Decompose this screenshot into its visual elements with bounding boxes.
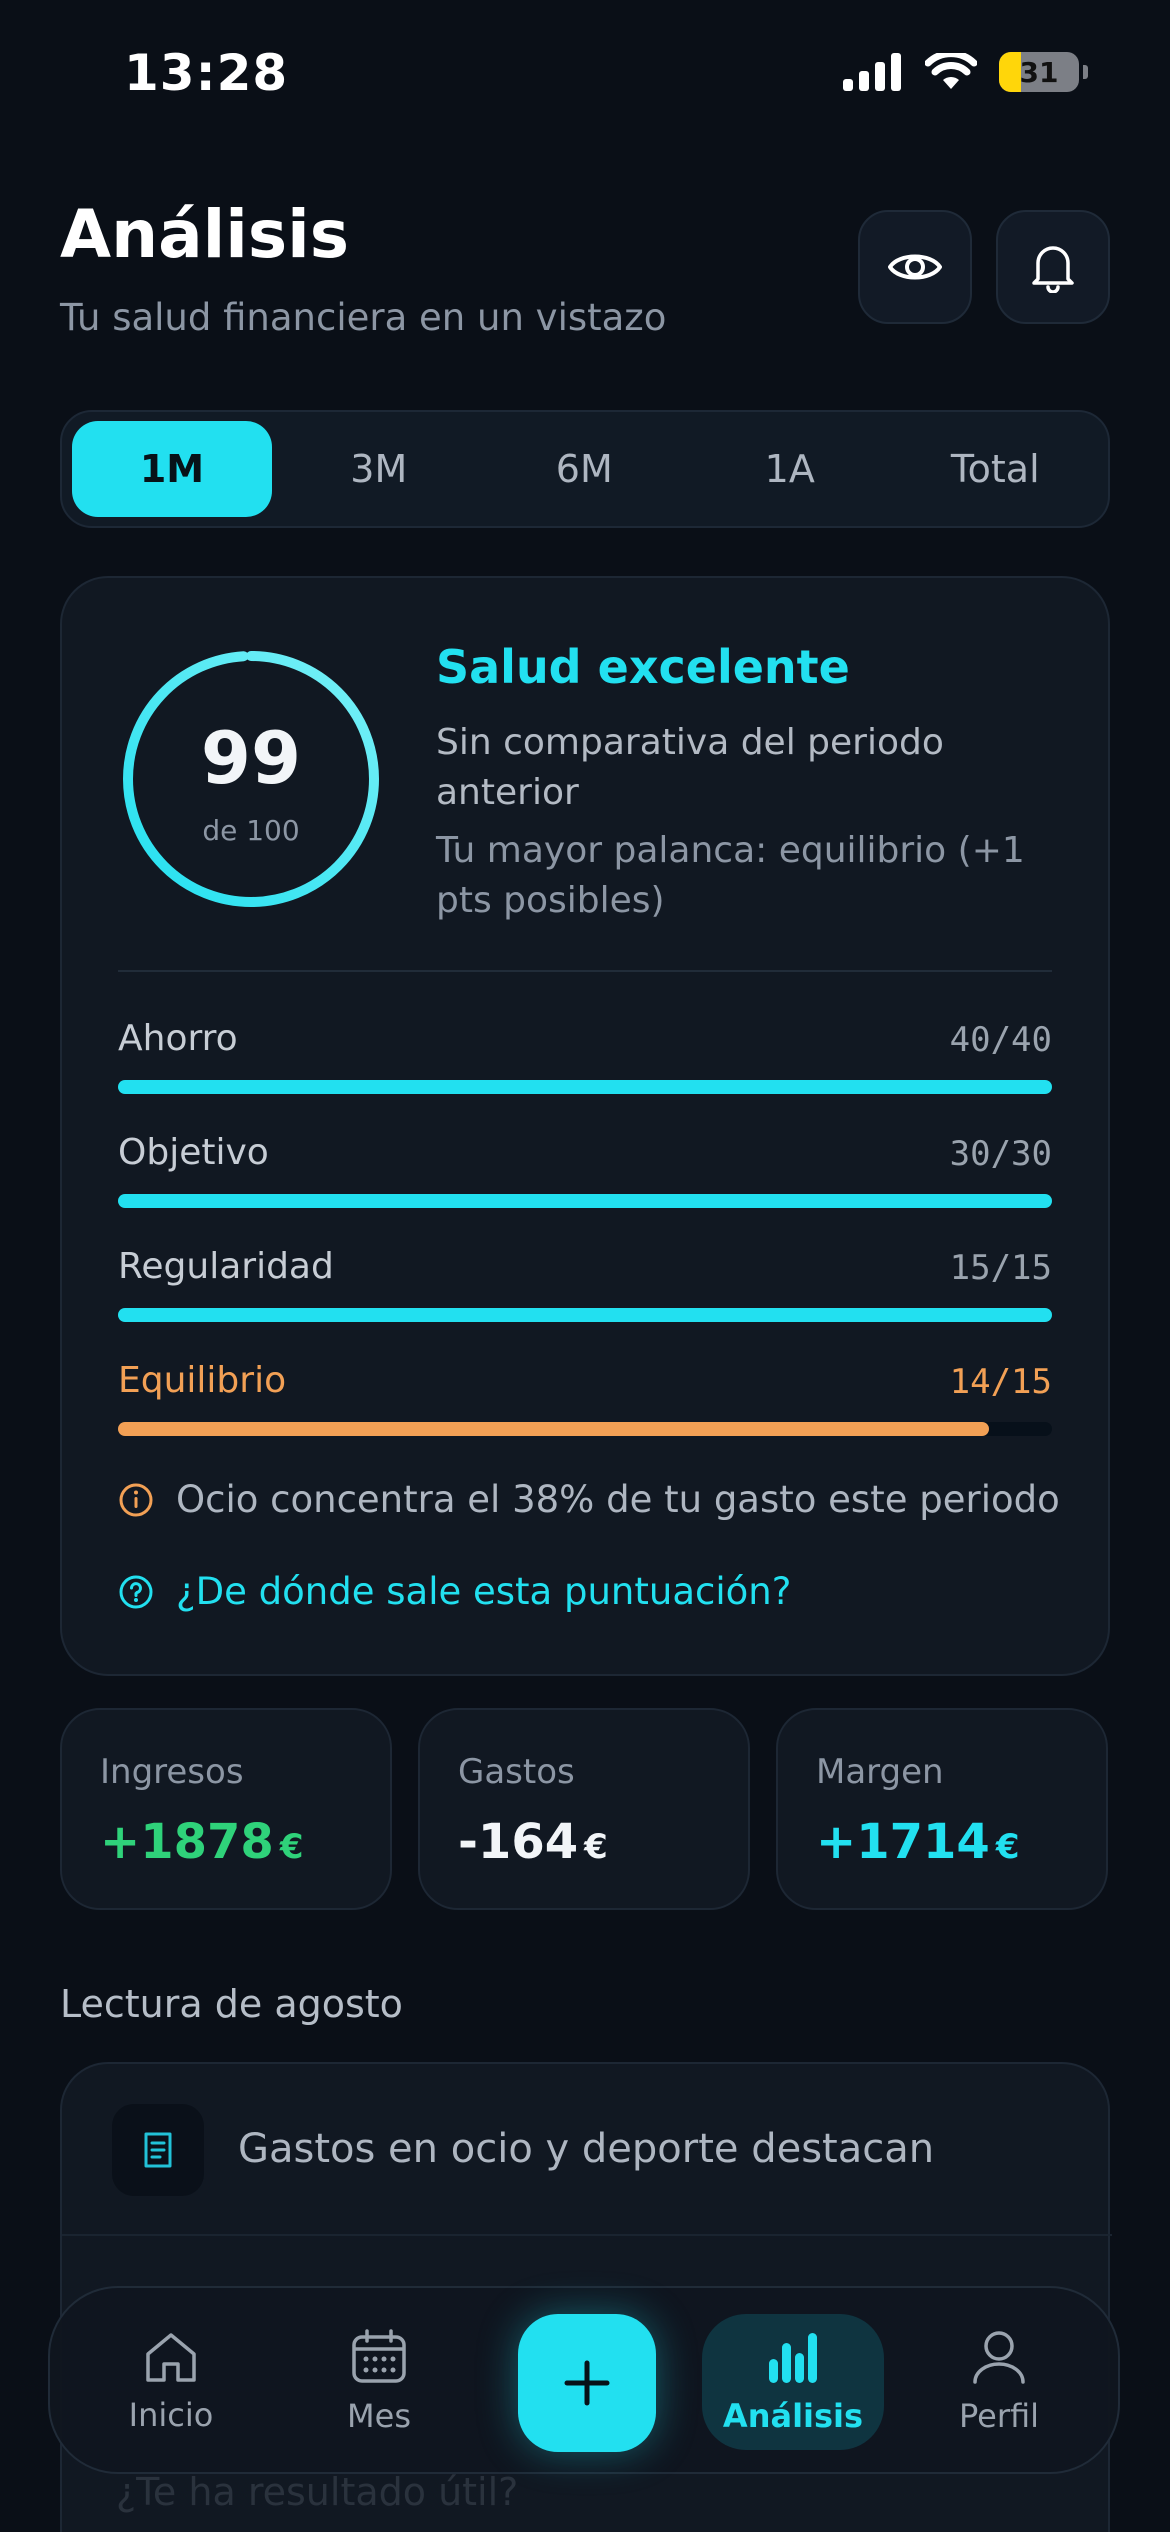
app-screen: { "status_bar": {"time": "13:28", "batte… <box>0 0 1170 2532</box>
receipt-icon <box>112 2104 204 2196</box>
health-status: Salud excelente <box>436 640 850 694</box>
nav-item-perfil[interactable]: Perfil <box>904 2288 1094 2476</box>
notifications-button[interactable] <box>996 210 1110 324</box>
tab-6m[interactable]: 6M <box>482 421 688 517</box>
expenses-label: Gastos <box>458 1752 575 1792</box>
battery-tip <box>1083 65 1088 79</box>
margin-value: +1714 <box>816 1814 990 1870</box>
status-icons: 31 <box>843 52 1088 92</box>
expenses-currency: € <box>584 1827 608 1867</box>
margin-card[interactable]: Margen +1714 € <box>776 1708 1108 1910</box>
nav-item-mes[interactable]: Mes <box>284 2288 474 2476</box>
income-card[interactable]: Ingresos +1878 € <box>60 1708 392 1910</box>
nav-item-inicio[interactable]: Inicio <box>76 2288 266 2476</box>
card-divider <box>118 970 1052 972</box>
nav-item-analisis[interactable]: Análisis <box>698 2288 888 2476</box>
tab-1m[interactable]: 1M <box>72 421 272 517</box>
metric-label-objetivo: Objetivo <box>118 1132 269 1173</box>
nav-label-mes: Mes <box>347 2397 411 2435</box>
warning-text: Ocio concentra el 38% de tu gasto este p… <box>176 1478 1060 1521</box>
home-icon <box>146 2333 196 2382</box>
visibility-toggle-button[interactable] <box>858 210 972 324</box>
battery-level: 31 <box>1019 55 1059 89</box>
metric-label-regularidad: Regularidad <box>118 1246 334 1287</box>
metric-value-objetivo: 30/30 <box>949 1134 1052 1174</box>
health-comparison: Sin comparativa del periodo anterior <box>436 722 944 813</box>
signal-icon <box>843 53 901 91</box>
health-score-card: 99 de 100 Salud excelente Sin comparativ… <box>60 576 1110 1676</box>
score-help-link[interactable]: ¿De dónde sale esta puntuación? <box>118 1570 791 1613</box>
spending-warning: Ocio concentra el 38% de tu gasto este p… <box>118 1478 1060 1521</box>
metric-bar-regularidad <box>118 1308 1052 1322</box>
income-currency: € <box>279 1827 304 1867</box>
health-score-max: de 100 <box>202 814 300 847</box>
metric-bar-equilibrio <box>118 1422 1052 1436</box>
metric-bar-objetivo <box>118 1194 1052 1208</box>
bar-chart-icon <box>769 2333 817 2383</box>
nav-label-inicio: Inicio <box>128 2396 214 2434</box>
tab-total[interactable]: Total <box>893 421 1099 517</box>
metric-label-ahorro: Ahorro <box>118 1018 238 1059</box>
health-score: 99 <box>200 716 302 800</box>
metric-label-equilibrio: Equilibrio <box>118 1360 287 1401</box>
tab-3m[interactable]: 3M <box>276 421 482 517</box>
calendar-icon <box>352 2329 406 2383</box>
period-tabs: 1M 3M 6M 1A Total <box>60 410 1110 528</box>
expenses-amount: -164 € <box>458 1814 608 1870</box>
feedback-prompt: ¿Te ha resultado útil? <box>116 2470 519 2514</box>
reading-item-text[interactable]: Gastos en ocio y deporte destacan <box>238 2126 934 2172</box>
section-title: Lectura de agosto <box>60 1982 403 2026</box>
metric-value-ahorro: 40/40 <box>949 1020 1052 1060</box>
margin-label: Margen <box>816 1752 944 1792</box>
info-icon <box>119 1483 153 1516</box>
reading-divider <box>62 2234 1112 2236</box>
page-subtitle: Tu salud financiera en un vistazo <box>60 296 667 339</box>
metric-value-equilibrio: 14/15 <box>949 1362 1052 1402</box>
margin-amount: +1714 € <box>816 1814 1019 1870</box>
expenses-card[interactable]: Gastos -164 € <box>418 1708 750 1910</box>
bottom-nav: Inicio Mes Análisis Perfil <box>48 2286 1120 2474</box>
add-transaction-button[interactable] <box>518 2314 656 2452</box>
user-icon <box>973 2331 1025 2384</box>
metric-value-regularidad: 15/15 <box>949 1248 1052 1288</box>
income-value: +1878 <box>100 1814 274 1870</box>
income-amount: +1878 € <box>100 1814 303 1870</box>
eye-icon <box>888 254 942 280</box>
battery-icon: 31 <box>999 52 1079 92</box>
nav-label-analisis: Análisis <box>722 2397 864 2435</box>
health-lever: Tu mayor palanca: equilibrio (+1 pts pos… <box>436 830 1025 921</box>
margin-currency: € <box>995 1827 1020 1867</box>
status-time: 13:28 <box>124 44 289 102</box>
tab-1a[interactable]: 1A <box>687 421 893 517</box>
help-link-text: ¿De dónde sale esta puntuación? <box>176 1570 792 1613</box>
plus-icon <box>564 2360 610 2406</box>
metric-bar-ahorro <box>118 1080 1052 1094</box>
bell-icon <box>1032 246 1074 293</box>
nav-label-perfil: Perfil <box>958 2397 1040 2435</box>
expenses-value: -164 <box>458 1814 579 1870</box>
page-title: Análisis <box>60 196 350 273</box>
help-icon <box>119 1575 153 1608</box>
wifi-icon <box>925 53 977 89</box>
income-label: Ingresos <box>100 1752 244 1792</box>
